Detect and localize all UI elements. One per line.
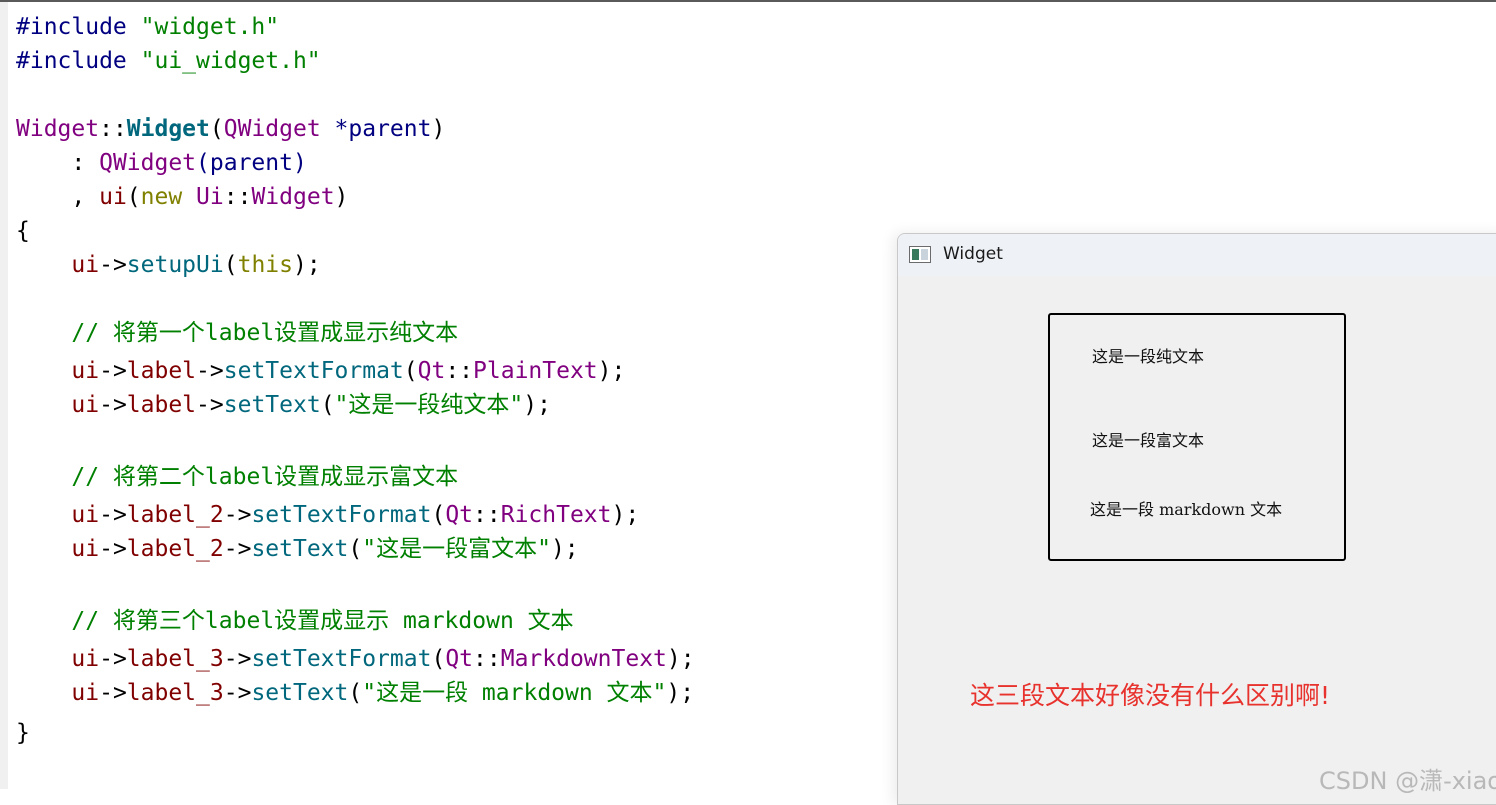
code-line-11: ui->label->setTextFormat(Qt::PlainText); <box>71 358 626 384</box>
code-line-4: Widget::Widget(QWidget *parent) <box>16 116 446 142</box>
window-title: Widget <box>943 244 1003 264</box>
label-markdown-text: 这是一段 markdown 文本 <box>1090 500 1283 519</box>
code-comment-2: // 将第二个label设置成显示富文本 <box>16 464 459 490</box>
top-border <box>0 0 1496 2</box>
label-group-frame: 这是一段纯文本 这是一段富文本 这是一段 markdown 文本 <box>1048 313 1346 561</box>
code-line-6: , ui(new Ui::Widget) <box>16 184 349 210</box>
window-titlebar[interactable]: Widget <box>898 234 1496 276</box>
code-line-16: ui->label_2->setText("这是一段富文本"); <box>71 536 579 562</box>
qt-widget-window[interactable]: Widget 这是一段纯文本 这是一段富文本 这是一段 markdown 文本 … <box>897 233 1496 805</box>
code-line-15: ui->label_2->setTextFormat(Qt::RichText)… <box>71 502 640 528</box>
code-line-19: ui->label_3->setTextFormat(Qt::MarkdownT… <box>71 646 695 672</box>
label-rich-text: 这是一段富文本 <box>1092 431 1205 450</box>
label-plain-text: 这是一段纯文本 <box>1092 347 1205 366</box>
annotation-note: 这三段文本好像没有什么区别啊! <box>970 681 1331 710</box>
code-line-21: } <box>16 720 30 746</box>
code-line-8: ui->setupUi(this); <box>71 252 321 278</box>
code-line-5: : QWidget(parent) <box>16 150 307 176</box>
code-comment-3: // 将第三个label设置成显示 markdown 文本 <box>16 608 574 634</box>
code-line-7: { <box>16 218 30 244</box>
code-line-20: ui->label_3->setText("这是一段 markdown 文本")… <box>71 680 695 706</box>
qt-window-icon <box>909 246 931 263</box>
csdn-watermark: CSDN @潇-xiao <box>1319 767 1496 795</box>
code-line-12: ui->label->setText("这是一段纯文本"); <box>71 392 551 418</box>
code-comment-1: // 将第一个label设置成显示纯文本 <box>16 320 459 346</box>
code-line-1: #include "widget.h" <box>16 14 280 40</box>
editor-gutter <box>0 2 8 789</box>
code-line-2: #include "ui_widget.h" <box>16 48 321 74</box>
